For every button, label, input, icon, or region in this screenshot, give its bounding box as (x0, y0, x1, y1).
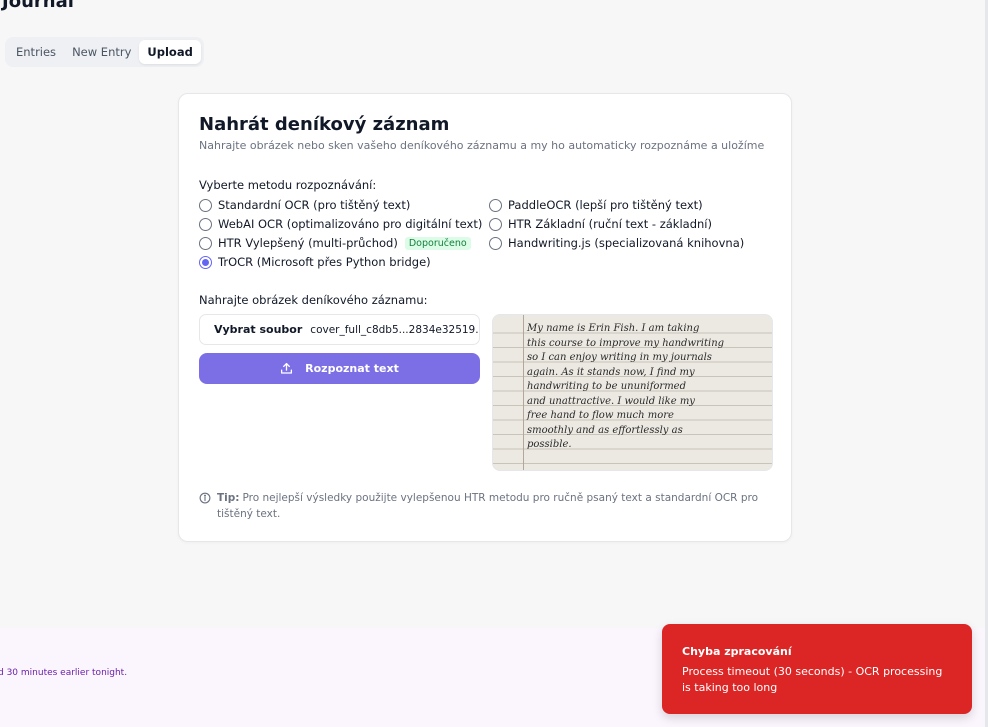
footer-text: d 30 minutes earlier tonight. (0, 668, 128, 678)
tab-entries[interactable]: Entries (8, 40, 64, 64)
radio-button[interactable] (199, 236, 212, 250)
method-option-label: HTR Základní (ruční text - základní) (508, 217, 712, 231)
radio-button[interactable] (489, 236, 502, 250)
card-subtitle: Nahrajte obrázek nebo sken vašeho deníko… (199, 139, 765, 152)
radio-button[interactable] (489, 198, 502, 212)
card-title: Nahrát deníkový záznam (199, 114, 450, 135)
method-option-label: Handwriting.js (specializovaná knihovna) (508, 236, 745, 250)
method-option-label: WebAI OCR (optimalizováno pro digitální … (218, 217, 483, 231)
tab-bar: Entries New Entry Upload (5, 37, 204, 67)
recommended-badge: Doporučeno (404, 236, 471, 250)
page-title: Journal (2, 0, 74, 12)
toast-message: Process timeout (30 seconds) - OCR proce… (682, 665, 943, 694)
method-option-paddleocr[interactable]: PaddleOCR (lepší pro tištěný text) (489, 198, 703, 212)
method-option-htr-enhanced[interactable]: HTR Vylepšený (multi-průchod) Doporučeno (199, 236, 471, 250)
radio-button-selected[interactable] (199, 255, 212, 269)
toast-title: Chyba zpracování (682, 645, 792, 658)
method-option-handwriting-js[interactable]: Handwriting.js (specializovaná knihovna) (489, 236, 744, 250)
tab-new-entry[interactable]: New Entry (64, 40, 139, 64)
method-option-standard-ocr[interactable]: Standardní OCR (pro tištěný text) (199, 198, 410, 212)
selected-file-name: cover_full_c8db5...2834e32519.png (310, 323, 480, 336)
radio-button[interactable] (489, 217, 502, 231)
method-option-label: PaddleOCR (lepší pro tištěný text) (508, 198, 703, 212)
method-option-label: TrOCR (Microsoft přes Python bridge) (218, 255, 431, 269)
file-input[interactable]: Vybrat soubor cover_full_c8db5...2834e32… (199, 314, 480, 345)
method-option-label: HTR Vylepšený (multi-průchod) (218, 236, 398, 250)
radio-button[interactable] (199, 217, 212, 231)
method-option-trocr[interactable]: TrOCR (Microsoft přes Python bridge) (199, 255, 431, 269)
info-icon (199, 492, 211, 522)
tip-text: Pro nejlepší výsledky použijte vylepšeno… (217, 492, 758, 520)
method-option-webai-ocr[interactable]: WebAI OCR (optimalizováno pro digitální … (199, 217, 482, 231)
method-option-htr-basic[interactable]: HTR Základní (ruční text - základní) (489, 217, 712, 231)
tip: Tip: Pro nejlepší výsledky použijte vylep… (199, 490, 769, 522)
upload-label: Nahrajte obrázek deníkového záznamu: (199, 293, 428, 307)
tip-content: Tip: Pro nejlepší výsledky použijte vylep… (217, 490, 769, 522)
method-option-label: Standardní OCR (pro tištěný text) (218, 198, 411, 212)
upload-icon (280, 362, 293, 375)
choose-file-button[interactable]: Vybrat soubor (214, 323, 302, 336)
tip-label: Tip: (217, 492, 240, 504)
upload-card: Nahrát deníkový záznam Nahrajte obrázek … (178, 93, 792, 542)
method-label: Vyberte metodu rozpoznávání: (199, 178, 377, 192)
image-preview: My name is Erin Fish. I am taking this c… (492, 314, 773, 471)
error-toast[interactable]: Chyba zpracování Process timeout (30 sec… (662, 624, 972, 714)
handwritten-text: My name is Erin Fish. I am taking this c… (527, 323, 725, 450)
recognize-text-button[interactable]: Rozpoznat text (199, 353, 480, 384)
radio-button[interactable] (199, 198, 212, 212)
tab-upload[interactable]: Upload (139, 40, 201, 64)
margin-line (523, 315, 524, 470)
recognize-text-label: Rozpoznat text (305, 362, 399, 375)
